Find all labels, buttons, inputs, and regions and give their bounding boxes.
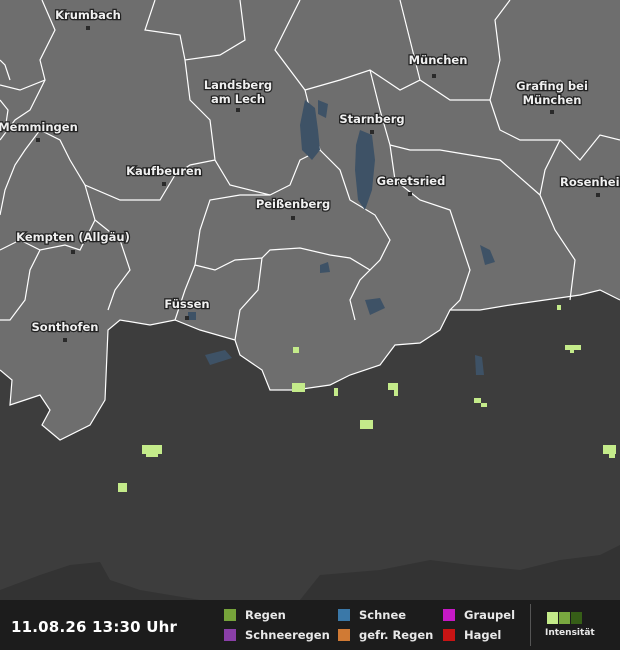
city-label: Peißenberg [256, 197, 330, 211]
radar-map[interactable]: Krumbach München Landsberg am Lech Grafi… [0, 0, 620, 600]
intensity-label: Intensität [545, 628, 595, 638]
city-label: Füssen [164, 297, 209, 311]
legend-swatch [443, 609, 455, 621]
timestamp: 11.08.26 13:30 Uhr [11, 618, 178, 636]
city-label: Kempten (Allgäu) [16, 230, 130, 244]
city-label: München [409, 53, 468, 67]
intensity-swatch-high [571, 612, 582, 624]
legend-item-graupel: Graupel [443, 608, 515, 622]
city-label: Geretsried [377, 174, 446, 188]
city-label: Sonthofen [32, 320, 99, 334]
map-footer: 11.08.26 13:30 Uhr Regen Schneeregen Sch… [0, 600, 620, 650]
city-label: Memmingen [0, 120, 78, 134]
legend-swatch [338, 629, 350, 641]
legend-label: gefr. Regen [359, 628, 434, 642]
city-label: Starnberg [339, 112, 404, 126]
legend-label: Graupel [464, 608, 516, 622]
legend-swatch [443, 629, 455, 641]
city-label: Kaufbeuren [126, 164, 202, 178]
legend-swatch [338, 609, 350, 621]
city-label: Landsberg [204, 78, 272, 92]
legend-item-schnee: Schnee [338, 608, 406, 622]
legend-label: Regen [245, 608, 286, 622]
legend-divider [530, 604, 531, 646]
intensity-swatch-low [547, 612, 558, 624]
legend-item-gefr-regen: gefr. Regen [338, 628, 433, 642]
legend-item-hagel: Hagel [443, 628, 501, 642]
legend-label: Hagel [464, 628, 502, 642]
legend-swatch [224, 609, 236, 621]
city-label: Krumbach [55, 8, 121, 22]
legend-label: Schnee [359, 608, 407, 622]
legend-item-regen: Regen [224, 608, 286, 622]
city-label: München [523, 93, 582, 107]
city-label: Rosenheim [560, 175, 620, 189]
intensity-swatch-mid [559, 612, 570, 624]
legend-swatch [224, 629, 236, 641]
legend-label: Schneeregen [245, 628, 330, 642]
legend-item-schneeregen: Schneeregen [224, 628, 330, 642]
city-label: Grafing bei [516, 79, 588, 93]
intensity-scale [547, 612, 582, 624]
city-label: am Lech [211, 92, 265, 106]
